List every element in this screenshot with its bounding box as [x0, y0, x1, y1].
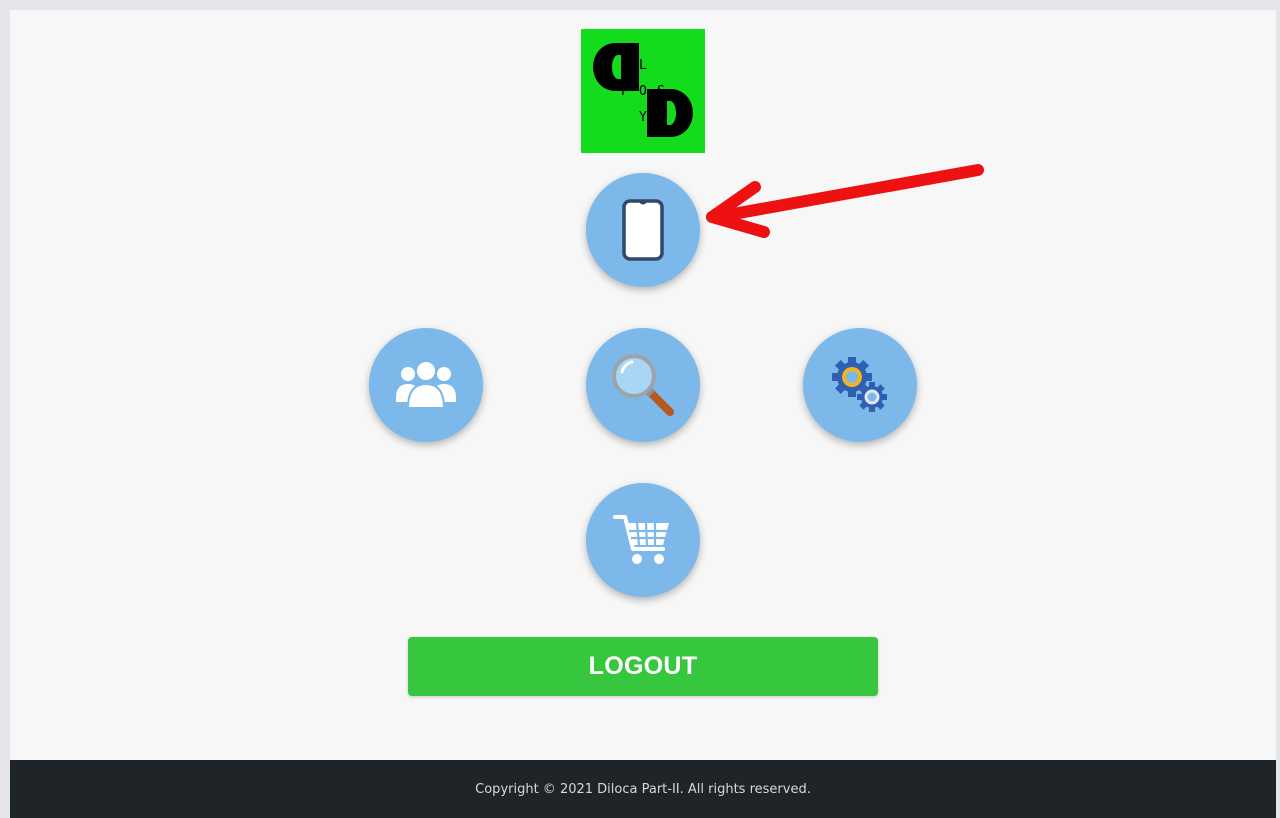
settings-button[interactable]: [803, 328, 917, 442]
devices-button[interactable]: [586, 173, 700, 287]
logo-letter: S: [657, 84, 665, 99]
app-logo: L P O S Y: [581, 29, 705, 153]
smartphone-icon: [622, 199, 664, 261]
search-icon: [612, 354, 674, 416]
copyright-text: Copyright © 2021 Diloca Part-II. All rig…: [475, 781, 811, 797]
search-button[interactable]: [586, 328, 700, 442]
shopping-cart-icon: [613, 515, 669, 564]
logo-letter: P: [621, 84, 629, 99]
footer: Copyright © 2021 Diloca Part-II. All rig…: [10, 760, 1276, 818]
logo-letter: O: [639, 84, 647, 99]
logo-letter: L: [639, 58, 647, 73]
users-button[interactable]: [369, 328, 483, 442]
logo-mark-icon: L P O S Y: [593, 43, 693, 137]
gears-icon: [832, 357, 887, 412]
page-container: L P O S Y LOGOUT Copyright © 2021 Diloca…: [10, 10, 1276, 818]
logout-button[interactable]: LOGOUT: [408, 637, 878, 696]
logo-letter: Y: [639, 110, 647, 125]
cart-button[interactable]: [586, 483, 700, 597]
users-icon: [396, 360, 456, 409]
